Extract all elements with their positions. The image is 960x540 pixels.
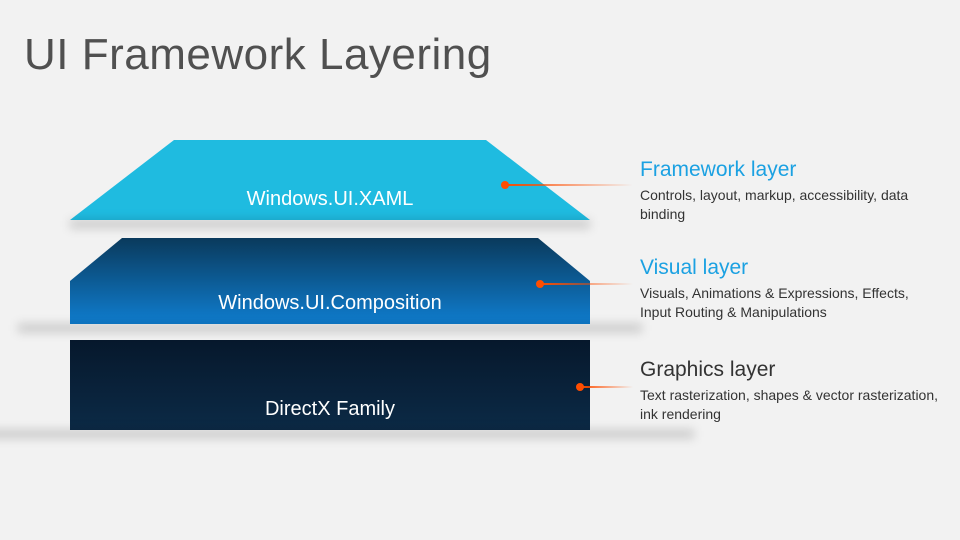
connector-line xyxy=(505,184,633,186)
callout-title: Visual layer xyxy=(640,256,940,280)
callout-graphics: Graphics layer Text rasterization, shape… xyxy=(640,358,940,424)
layer-shadow xyxy=(70,220,590,228)
layer-shadow xyxy=(18,324,642,332)
callout-title: Framework layer xyxy=(640,158,940,182)
connector-framework xyxy=(505,184,633,186)
callout-description: Text rasterization, shapes & vector rast… xyxy=(640,386,940,424)
connector-graphics xyxy=(580,386,633,388)
layer-label-graphics: DirectX Family xyxy=(70,398,590,421)
layer-visual: Windows.UI.Composition xyxy=(70,238,590,324)
callout-description: Visuals, Animations & Expressions, Effec… xyxy=(640,284,940,322)
slide: UI Framework Layering Windows.UI.XAML W xyxy=(0,0,960,540)
callout-framework: Framework layer Controls, layout, markup… xyxy=(640,158,940,224)
layer-shadow xyxy=(0,430,694,438)
callout-title: Graphics layer xyxy=(640,358,940,382)
page-title: UI Framework Layering xyxy=(24,30,492,80)
connector-visual xyxy=(540,283,633,285)
callout-visual: Visual layer Visuals, Animations & Expre… xyxy=(640,256,940,322)
layer-graphics: DirectX Family xyxy=(70,340,590,430)
layer-framework: Windows.UI.XAML xyxy=(70,140,590,220)
callout-description: Controls, layout, markup, accessibility,… xyxy=(640,186,940,224)
connector-line xyxy=(540,283,633,285)
pyramid-diagram: Windows.UI.XAML Windows.UI.Composition xyxy=(70,140,590,480)
layer-label-framework: Windows.UI.XAML xyxy=(70,188,590,211)
layer-label-visual: Windows.UI.Composition xyxy=(70,292,590,315)
connector-line xyxy=(580,386,633,388)
